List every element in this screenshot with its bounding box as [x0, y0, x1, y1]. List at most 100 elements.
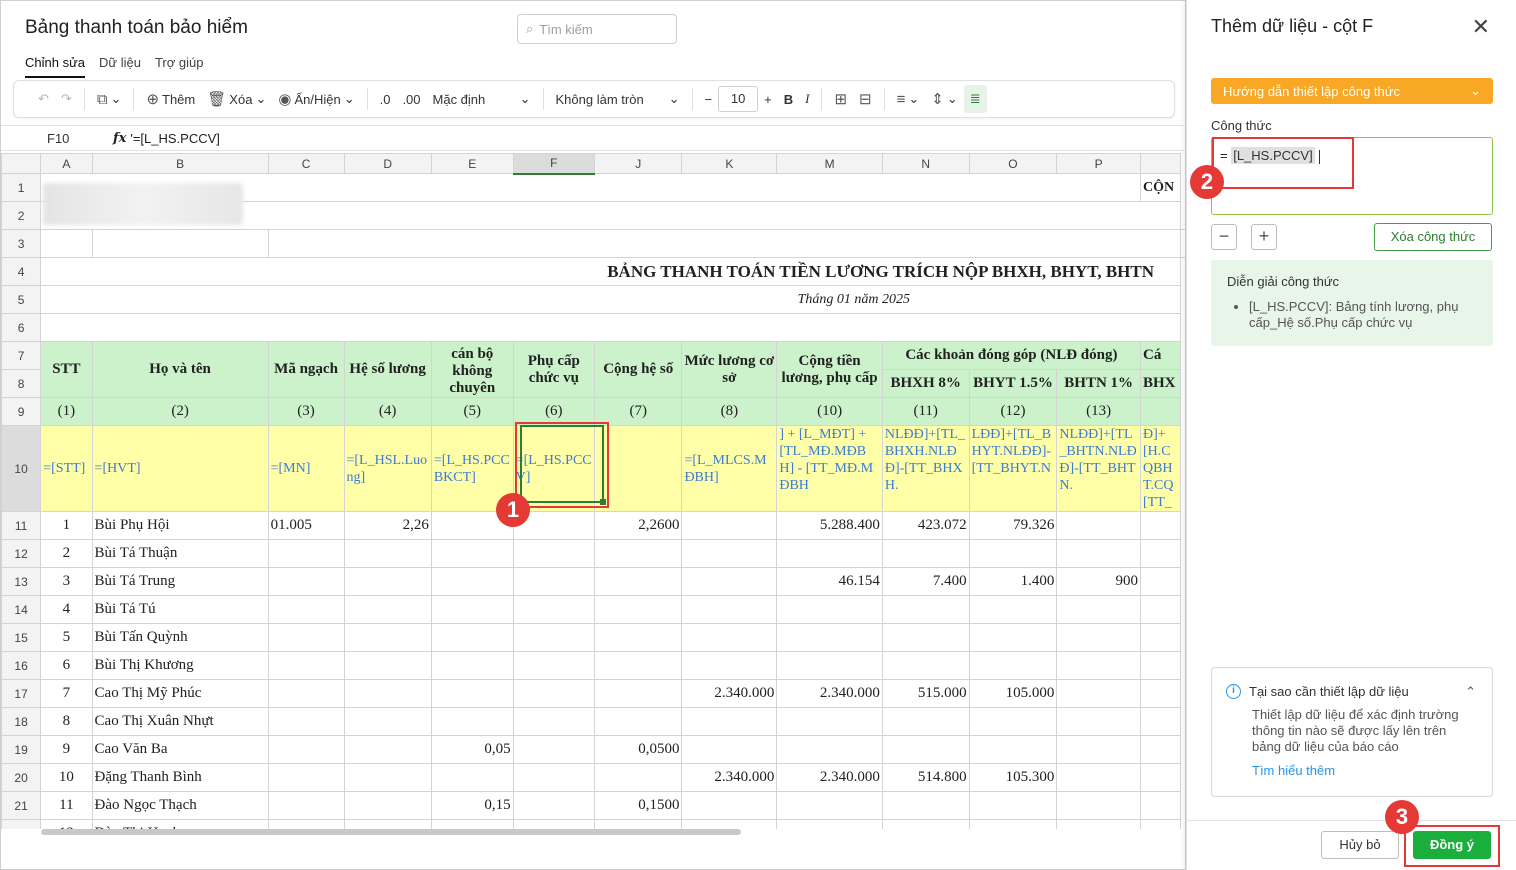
cell[interactable] [1056, 595, 1141, 624]
cell[interactable] [1139, 651, 1182, 680]
cell[interactable] [593, 707, 683, 736]
cell[interactable]: 0,1500 [593, 791, 683, 820]
delete-button[interactable]: 🗑 Xóa ⌄ [201, 85, 272, 113]
row-header[interactable]: 11 [1, 511, 42, 540]
show-hide-button[interactable]: ◉ Ẩn/Hiện ⌄ [272, 85, 360, 113]
cell[interactable] [968, 651, 1058, 680]
tab-help[interactable]: Trợ giúp [155, 55, 204, 78]
row-header[interactable]: 14 [1, 595, 42, 624]
col-number[interactable]: (10) [776, 397, 883, 426]
cell[interactable]: 6 [40, 651, 93, 680]
vertical-align-button[interactable]: ⇕ ⌄ [925, 85, 963, 113]
cell[interactable] [681, 791, 778, 820]
row-header[interactable]: 3 [1, 229, 42, 258]
col-number[interactable]: (2) [91, 397, 269, 426]
cell[interactable]: 2.340.000 [776, 763, 883, 792]
cell[interactable] [343, 707, 432, 736]
cell[interactable] [881, 707, 970, 736]
cell[interactable] [881, 651, 970, 680]
cell[interactable] [776, 735, 883, 764]
cell[interactable] [267, 707, 345, 736]
cell[interactable] [968, 539, 1058, 568]
cell[interactable] [1056, 707, 1141, 736]
cell[interactable]: 514.800 [881, 763, 970, 792]
cell[interactable] [968, 819, 1058, 829]
cell[interactable]: 0,0500 [593, 735, 683, 764]
col-header[interactable]: K [681, 153, 778, 174]
cell[interactable] [1139, 763, 1182, 792]
cell[interactable] [1139, 511, 1182, 540]
borders-icon[interactable]: ⊞ [828, 85, 853, 113]
cell[interactable] [267, 735, 345, 764]
col-number[interactable]: (7) [593, 397, 683, 426]
cell[interactable]: Bùi Tấn Quỳnh [91, 623, 269, 652]
cell[interactable]: 105.000 [968, 679, 1058, 708]
cell[interactable]: 5.288.400 [776, 511, 883, 540]
cell[interactable] [681, 595, 778, 624]
cell[interactable] [681, 539, 778, 568]
report-title[interactable]: BẢNG THANH TOÁN TIỀN LƯƠNG TRÍCH NỘP BHX… [40, 257, 1181, 286]
cell[interactable] [593, 679, 683, 708]
report-subtitle[interactable]: Tháng 01 năm 2025 [40, 285, 1181, 314]
cell[interactable] [512, 567, 595, 596]
cell[interactable] [1139, 567, 1182, 596]
cell[interactable] [512, 623, 595, 652]
cell[interactable]: CỘN [1139, 173, 1182, 202]
cell[interactable] [267, 763, 345, 792]
formula-content[interactable]: '=[L_HS.PCCV] [130, 131, 220, 146]
cell[interactable] [968, 595, 1058, 624]
cell[interactable]: 1.400 [968, 567, 1058, 596]
cell[interactable]: 515.000 [881, 679, 970, 708]
row-header[interactable]: 19 [1, 735, 42, 764]
col-number[interactable]: (13) [1056, 397, 1141, 426]
header-stt[interactable]: STT [40, 341, 93, 398]
cell[interactable] [343, 539, 432, 568]
cell[interactable] [593, 567, 683, 596]
cell[interactable] [1139, 623, 1182, 652]
cell[interactable] [681, 735, 778, 764]
cell[interactable] [776, 791, 883, 820]
row-header[interactable]: 22 [1, 819, 42, 829]
cell[interactable] [593, 819, 683, 829]
cell[interactable] [881, 539, 970, 568]
row-header-selected[interactable]: 10 [1, 425, 42, 512]
cell[interactable] [593, 651, 683, 680]
header-bhtn[interactable]: BHTN 1% [1056, 369, 1141, 398]
cell[interactable] [1056, 651, 1141, 680]
row-header[interactable]: 9 [1, 397, 42, 426]
cell[interactable]: 2,2600 [593, 511, 683, 540]
cell[interactable] [343, 651, 432, 680]
cell[interactable]: 2.340.000 [681, 763, 778, 792]
cell[interactable] [430, 567, 514, 596]
col-header[interactable]: E [430, 153, 514, 174]
cell[interactable] [512, 819, 595, 829]
cell[interactable]: 2.340.000 [681, 679, 778, 708]
row-header[interactable]: 15 [1, 623, 42, 652]
row-header[interactable]: 12 [1, 539, 42, 568]
header-bhyt[interactable]: BHYT 1.5% [968, 369, 1058, 398]
col-header[interactable]: N [881, 153, 970, 174]
cell[interactable] [343, 595, 432, 624]
cell[interactable] [40, 229, 93, 258]
header-position-allowance[interactable]: Phụ cấp chức vụ [512, 341, 595, 398]
cell[interactable] [1139, 539, 1182, 568]
row-header[interactable]: 20 [1, 763, 42, 792]
cell[interactable]: 11 [40, 791, 93, 820]
cell[interactable] [40, 313, 1181, 342]
cell[interactable] [1139, 791, 1182, 820]
cell[interactable] [881, 595, 970, 624]
header-total-coefficient[interactable]: Cộng hệ số [593, 341, 683, 398]
cell[interactable] [881, 819, 970, 829]
align-button[interactable]: ≡ ⌄ [891, 85, 926, 113]
cell[interactable] [968, 735, 1058, 764]
tab-data[interactable]: Dữ liệu [99, 55, 141, 78]
cell[interactable] [593, 539, 683, 568]
cell[interactable] [1056, 791, 1141, 820]
cell[interactable] [593, 623, 683, 652]
cell[interactable]: 5 [40, 623, 93, 652]
format-select[interactable]: Mặc định ⌄ [427, 85, 537, 113]
formula-cell[interactable]: =[L_HSL.Luong] [343, 425, 432, 512]
formula-cell[interactable]: ] + [L_MĐT] + [TL_MĐ.MĐBH] - [TT_MĐ.MĐBH [776, 425, 883, 512]
cancel-button[interactable]: Hủy bỏ [1321, 831, 1399, 859]
minus-button[interactable]: − [1211, 224, 1237, 250]
